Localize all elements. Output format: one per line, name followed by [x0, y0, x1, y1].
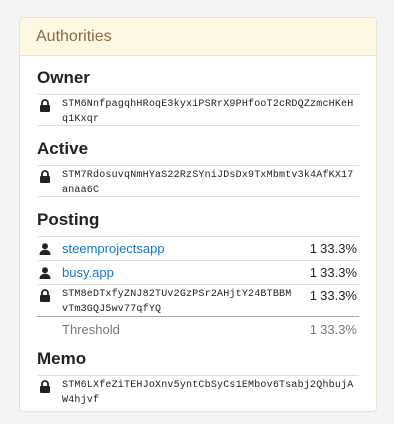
key-percent: 33.3%: [320, 288, 357, 303]
active-public-key[interactable]: STM7RdosuvqNmHYaS22RzSYniJDsDx9TxMbmtv3k…: [62, 168, 359, 198]
active-section: Active STM7RdosuvqNmHYaS22RzSYniJDsDx9Tx…: [37, 139, 359, 197]
authorities-panel: Authorities Owner STM6NnfpagqhHRoqE3kyxi…: [19, 17, 377, 412]
account-weight: 1: [309, 241, 317, 256]
posting-key-row: STM8eDTxfyZNJ82TUv2GzPSr2AHjtY24BTBBMvTm…: [37, 284, 359, 317]
posting-public-key[interactable]: STM8eDTxfyZNJ82TUv2GzPSr2AHjtY24BTBBMvTm…: [62, 287, 294, 317]
posting-account-row: steemprojectsapp 1 33.3%: [37, 236, 359, 260]
panel-heading: Authorities: [20, 18, 376, 56]
user-icon: [37, 242, 62, 255]
memo-key-row: STM6LXfeZiTEHJoXnv5yntCbSyCs1EMbov6Tsabj…: [37, 375, 359, 407]
panel-body: Owner STM6NnfpagqhHRoqE3kyxiPSRrX9PHfooT…: [20, 56, 376, 407]
account-link-steemprojectsapp[interactable]: steemprojectsapp: [62, 241, 303, 256]
threshold-label: Threshold: [62, 321, 120, 337]
active-title: Active: [37, 139, 89, 158]
account-link-busy-app[interactable]: busy.app: [62, 265, 303, 280]
threshold-row: Threshold 1 33.3%: [37, 317, 359, 341]
posting-account-row: busy.app 1 33.3%: [37, 260, 359, 284]
posting-title: Posting: [37, 210, 100, 229]
owner-key-row: STM6NnfpagqhHRoqE3kyxiPSRrX9PHfooT2cRDQZ…: [37, 94, 359, 126]
posting-section: Posting steemprojectsapp 1 33.3% busy.ap…: [37, 210, 359, 341]
memo-section: Memo STM6LXfeZiTEHJoXnv5yntCbSyCs1EMbov6…: [37, 349, 359, 407]
memo-title: Memo: [37, 349, 87, 368]
key-weight: 1: [309, 288, 317, 303]
lock-icon: [37, 168, 62, 183]
active-key-row: STM7RdosuvqNmHYaS22RzSYniJDsDx9TxMbmtv3k…: [37, 165, 359, 197]
threshold-weight: 1: [309, 321, 317, 337]
lock-icon: [37, 287, 62, 302]
account-percent: 33.3%: [320, 241, 357, 256]
owner-public-key[interactable]: STM6NnfpagqhHRoqE3kyxiPSRrX9PHfooT2cRDQZ…: [62, 97, 359, 127]
threshold-percent: 33.3%: [320, 321, 357, 337]
owner-section: Owner STM6NnfpagqhHRoqE3kyxiPSRrX9PHfooT…: [37, 68, 359, 126]
lock-icon: [37, 97, 62, 112]
owner-title: Owner: [37, 68, 90, 87]
memo-public-key[interactable]: STM6LXfeZiTEHJoXnv5yntCbSyCs1EMbov6Tsabj…: [62, 378, 359, 408]
user-icon: [37, 266, 62, 279]
account-percent: 33.3%: [320, 265, 357, 280]
lock-icon: [37, 378, 62, 393]
account-weight: 1: [309, 265, 317, 280]
